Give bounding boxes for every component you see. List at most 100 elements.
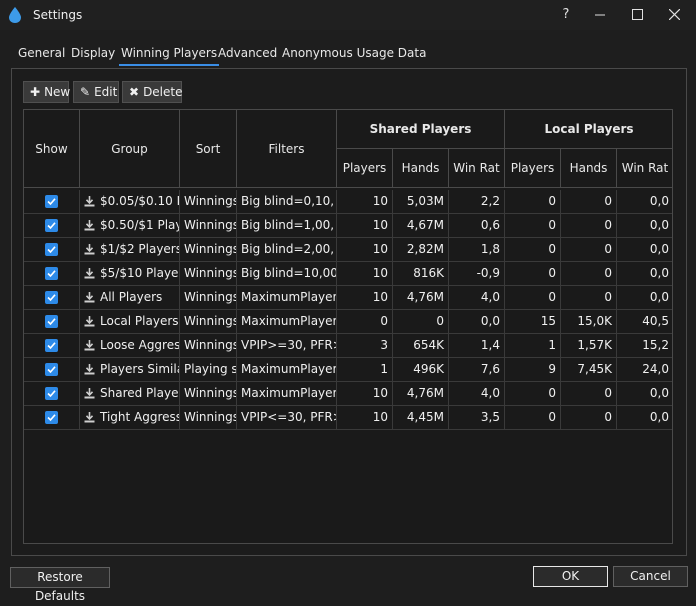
shared-hands-cell: 0 bbox=[393, 310, 449, 334]
show-cell bbox=[24, 286, 80, 310]
column-header-group[interactable]: Group bbox=[80, 110, 180, 188]
shared-hands-cell: 2,82M bbox=[393, 238, 449, 262]
shared-hands-cell: 4,67M bbox=[393, 214, 449, 238]
checkmark-icon bbox=[47, 198, 56, 206]
table-row[interactable]: Tight AggressivWinningsVPIP<=30, PFR>=10… bbox=[24, 406, 672, 430]
show-cell bbox=[24, 334, 80, 358]
show-checkbox[interactable] bbox=[45, 291, 58, 304]
shared-players-cell: 10 bbox=[337, 238, 393, 262]
filters-cell: MaximumPlayerCo bbox=[237, 286, 337, 310]
sort-cell: Winnings bbox=[180, 190, 237, 214]
sort-cell: Winnings bbox=[180, 262, 237, 286]
local-winrate-cell: 0,0 bbox=[617, 382, 672, 406]
show-checkbox[interactable] bbox=[45, 315, 58, 328]
checkmark-icon bbox=[47, 414, 56, 422]
show-checkbox[interactable] bbox=[45, 411, 58, 424]
group-name: Local Players bbox=[100, 314, 179, 328]
checkmark-icon bbox=[47, 318, 56, 326]
minimize-icon bbox=[595, 14, 605, 15]
download-icon bbox=[84, 388, 95, 399]
show-checkbox[interactable] bbox=[45, 387, 58, 400]
local-hands-cell: 0 bbox=[561, 262, 617, 286]
download-icon bbox=[84, 316, 95, 327]
local-hands-cell: 0 bbox=[561, 382, 617, 406]
tab-display[interactable]: Display bbox=[71, 46, 115, 60]
group-cell: Loose Aggressi bbox=[80, 334, 180, 358]
maximize-button[interactable] bbox=[620, 0, 654, 30]
edit-button[interactable]: ✎ Edit bbox=[73, 81, 119, 103]
minimize-button[interactable] bbox=[583, 0, 617, 30]
local-winrate-cell: 0,0 bbox=[617, 286, 672, 310]
restore-defaults-button[interactable]: Restore Defaults bbox=[10, 567, 110, 603]
checkmark-icon bbox=[47, 390, 56, 398]
local-hands-cell: 0 bbox=[561, 406, 617, 430]
local-players-cell: 0 bbox=[505, 190, 561, 214]
column-header-shared-hands[interactable]: Hands bbox=[393, 149, 449, 188]
cancel-button[interactable]: Cancel bbox=[613, 566, 688, 587]
show-cell bbox=[24, 214, 80, 238]
table-row[interactable]: Loose AggressiWinningsVPIP>=30, PFR>=365… bbox=[24, 334, 672, 358]
new-button[interactable]: ✚ New bbox=[23, 81, 70, 103]
column-header-shared-players[interactable]: Players bbox=[337, 149, 393, 188]
show-cell bbox=[24, 382, 80, 406]
help-button[interactable]: ? bbox=[549, 0, 583, 30]
column-header-sort[interactable]: Sort bbox=[180, 110, 237, 188]
tab-anonymous-usage-data[interactable]: Anonymous Usage Data bbox=[282, 46, 426, 60]
group-name: All Players bbox=[100, 290, 163, 304]
column-header-show[interactable]: Show bbox=[24, 110, 80, 188]
checkmark-icon bbox=[47, 246, 56, 254]
show-checkbox[interactable] bbox=[45, 243, 58, 256]
column-header-shared-winrate[interactable]: Win Rat bbox=[449, 149, 505, 188]
shared-winrate-cell: 0,6 bbox=[449, 214, 505, 238]
column-header-local-players[interactable]: Players bbox=[505, 149, 561, 188]
table-row[interactable]: $0.50/$1 PlayerWinningsBig blind=1,00, M… bbox=[24, 214, 672, 238]
table-row[interactable]: All Players WinningsMaximumPlayerCo104,76… bbox=[24, 286, 672, 310]
checkmark-icon bbox=[47, 366, 56, 374]
local-hands-cell: 7,45K bbox=[561, 358, 617, 382]
water-drop-icon bbox=[9, 7, 21, 23]
filters-cell: MaximumPlayerCo bbox=[237, 310, 337, 334]
column-header-filters[interactable]: Filters bbox=[237, 110, 337, 188]
download-icon bbox=[84, 364, 95, 375]
maximize-icon bbox=[631, 9, 643, 20]
group-name: $0.05/$0.10 Pla bbox=[100, 194, 179, 208]
group-cell: Tight Aggressiv bbox=[80, 406, 180, 430]
show-checkbox[interactable] bbox=[45, 363, 58, 376]
download-icon bbox=[84, 244, 95, 255]
show-checkbox[interactable] bbox=[45, 219, 58, 232]
table-row[interactable]: $5/$10 PlayersWinningsBig blind=10,00, M… bbox=[24, 262, 672, 286]
group-name: $0.50/$1 Player bbox=[100, 218, 179, 232]
local-winrate-cell: 0,0 bbox=[617, 190, 672, 214]
tab-general[interactable]: General bbox=[18, 46, 65, 60]
delete-button[interactable]: ✖ Delete bbox=[122, 81, 183, 103]
checkmark-icon bbox=[47, 342, 56, 350]
group-cell: $5/$10 Players bbox=[80, 262, 180, 286]
ok-button[interactable]: OK bbox=[533, 566, 608, 587]
close-icon bbox=[668, 8, 680, 21]
download-icon bbox=[84, 340, 95, 351]
group-name: $5/$10 Players bbox=[100, 266, 179, 280]
column-header-local-hands[interactable]: Hands bbox=[561, 149, 617, 188]
shared-hands-cell: 5,03M bbox=[393, 190, 449, 214]
pencil-icon: ✎ bbox=[80, 85, 91, 99]
table-row[interactable]: Local PlayersWinningsMaximumPlayerCo000,… bbox=[24, 310, 672, 334]
shared-winrate-cell: 1,8 bbox=[449, 238, 505, 262]
shared-hands-cell: 4,45M bbox=[393, 406, 449, 430]
table-row[interactable]: $1/$2 PlayersWinningsBig blind=2,00, Ma1… bbox=[24, 238, 672, 262]
show-checkbox[interactable] bbox=[45, 339, 58, 352]
filters-cell: VPIP<=30, PFR>= bbox=[237, 406, 337, 430]
tab-winning-players[interactable]: Winning Players bbox=[118, 46, 220, 66]
group-cell: All Players bbox=[80, 286, 180, 310]
column-header-local-winrate[interactable]: Win Rat bbox=[617, 149, 672, 188]
table-row[interactable]: $0.05/$0.10 PlaWinningsBig blind=0,10, M… bbox=[24, 190, 672, 214]
tab-advanced[interactable]: Advanced bbox=[218, 46, 277, 60]
show-checkbox[interactable] bbox=[45, 267, 58, 280]
table-row[interactable]: Shared PlayersWinningsMaximumPlayerCo104… bbox=[24, 382, 672, 406]
filters-cell: Big blind=0,10, Ma bbox=[237, 190, 337, 214]
show-checkbox[interactable] bbox=[45, 195, 58, 208]
show-cell bbox=[24, 310, 80, 334]
sort-cell: Winnings bbox=[180, 310, 237, 334]
table-row[interactable]: Players SimilarPlaying styMaximumPlayerC… bbox=[24, 358, 672, 382]
close-button[interactable] bbox=[657, 0, 691, 30]
shared-players-cell: 0 bbox=[337, 310, 393, 334]
